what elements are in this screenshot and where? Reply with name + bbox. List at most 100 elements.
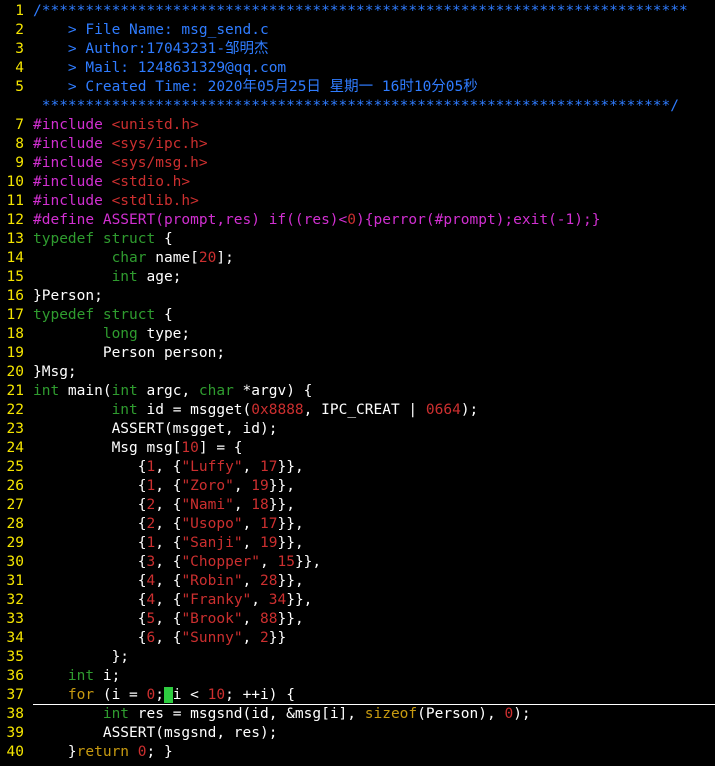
line-code: int res = msgsnd(id, &msg[i], sizeof(Per…: [33, 705, 531, 724]
code-line[interactable]: 40 }return 0; }: [0, 743, 715, 762]
code-token: , {: [155, 516, 182, 532]
code-line[interactable]: 39 ASSERT(msgsnd, res);: [0, 724, 715, 743]
code-token: }: [33, 744, 77, 760]
code-token: 0: [504, 706, 514, 722]
code-token: age;: [137, 269, 182, 285]
code-line[interactable]: 2 > File Name: msg_send.c: [0, 21, 715, 40]
code-line[interactable]: 19 Person person;: [0, 344, 715, 363]
line-code: typedef struct {: [33, 306, 173, 325]
code-line[interactable]: 1 /**************************************…: [0, 2, 715, 21]
line-number: 27: [6, 497, 24, 513]
code-token: *argv) {: [233, 383, 313, 399]
code-line[interactable]: 9 #include <sys/msg.h>: [0, 154, 715, 173]
line-code: ****************************************…: [33, 97, 679, 116]
code-line[interactable]: 27 {2, {"Nami", 18}},: [0, 496, 715, 515]
code-editor[interactable]: 1 /**************************************…: [0, 0, 715, 766]
code-token: }},: [277, 573, 304, 589]
code-line[interactable]: 18 long type;: [0, 325, 715, 344]
line-code: #include <stdlib.h>: [33, 192, 199, 211]
code-token: #include: [33, 117, 112, 133]
code-line[interactable]: 32 {4, {"Franky", 34}},: [0, 591, 715, 610]
line-code: /***************************************…: [33, 2, 688, 21]
code-token: 88: [260, 611, 278, 627]
line-code: Person person;: [33, 344, 225, 363]
line-code: > Mail: 1248631329@qq.com: [33, 59, 286, 78]
code-token: }},: [294, 554, 322, 570]
code-line[interactable]: 15 int age;: [0, 268, 715, 287]
code-line[interactable]: 26 {1, {"Zoro", 19}},: [0, 477, 715, 496]
code-token: typedef: [33, 307, 95, 323]
code-token: {: [155, 307, 173, 323]
code-token: id = msgget(: [137, 402, 252, 418]
code-token: }},: [277, 459, 304, 475]
line-number: 14: [6, 250, 24, 266]
line-number: 26: [6, 478, 24, 494]
code-token: (Person),: [417, 706, 505, 722]
code-line[interactable]: 4 > Mail: 1248631329@qq.com: [0, 59, 715, 78]
code-line[interactable]: 11 #include <stdlib.h>: [0, 192, 715, 211]
code-line[interactable]: 5 > Created Time: 2020年05月25日 星期一 16时10分…: [0, 78, 715, 97]
code-line[interactable]: 28 {2, {"Usopo", 17}},: [0, 515, 715, 534]
code-line[interactable]: 12 #define ASSERT(prompt,res) if((res)<0)…: [0, 211, 715, 230]
code-line[interactable]: 23 ASSERT(msgget, id);: [0, 420, 715, 439]
code-line[interactable]: 30 {3, {"Chopper", 15}},: [0, 553, 715, 572]
code-token: > Mail: 1248631329@qq.com: [33, 60, 287, 76]
code-token: argc,: [137, 383, 199, 399]
code-line[interactable]: 37 for (i = 0; i < 10; ++i) {: [0, 686, 715, 705]
code-line[interactable]: 16}Person;: [0, 287, 715, 306]
line-code: #define ASSERT(prompt,res) if((res)<0){p…: [33, 211, 600, 230]
code-token: res = msgsnd(id, &msg[i],: [129, 706, 365, 722]
code-token: , {: [155, 592, 182, 608]
code-token: "Luffy": [181, 459, 243, 475]
code-line[interactable]: 20}Msg;: [0, 363, 715, 382]
code-line[interactable]: 3 > Author:17043231-邹明杰: [0, 40, 715, 59]
line-number: 21: [6, 383, 24, 399]
code-line[interactable]: 21 int main(int argc, char *argv) {: [0, 382, 715, 401]
code-token: , {: [155, 459, 182, 475]
code-line[interactable]: 25 {1, {"Luffy", 17}},: [0, 458, 715, 477]
code-line[interactable]: 31 {4, {"Robin", 28}},: [0, 572, 715, 591]
line-code: #include <stdio.h>: [33, 173, 190, 192]
code-line[interactable]: 33 {5, {"Brook", 88}},: [0, 610, 715, 629]
line-number: 2: [15, 22, 24, 38]
line-number: 34: [6, 630, 24, 646]
line-code: {4, {"Robin", 28}},: [33, 572, 304, 591]
line-number: 29: [6, 535, 24, 551]
code-token: "Sanji": [181, 535, 243, 551]
code-line[interactable]: 14 char name[20];: [0, 249, 715, 268]
code-line[interactable]: 10 #include <stdio.h>: [0, 173, 715, 192]
code-line[interactable]: ****************************************…: [0, 97, 715, 116]
code-token: for: [67, 687, 95, 703]
code-line[interactable]: 8 #include <sys/ipc.h>: [0, 135, 715, 154]
code-token: }},: [277, 516, 304, 532]
code-token: {: [33, 573, 147, 589]
code-token: }},: [277, 611, 304, 627]
line-code: int age;: [33, 268, 182, 287]
code-token: {: [33, 459, 147, 475]
code-line[interactable]: 29 {1, {"Sanji", 19}},: [0, 534, 715, 553]
code-token: , {: [155, 611, 182, 627]
code-line[interactable]: 13 typedef struct {: [0, 230, 715, 249]
line-number: [0, 97, 33, 116]
code-line[interactable]: 22 int id = msgget(0x8888, IPC_CREAT | 0…: [0, 401, 715, 420]
code-line[interactable]: 38 int res = msgsnd(id, &msg[i], sizeof(…: [0, 705, 715, 724]
line-number: 15: [6, 269, 24, 285]
line-code: typedef struct {: [33, 230, 173, 249]
code-token: ,: [242, 535, 261, 551]
code-line[interactable]: 35 };: [0, 648, 715, 667]
line-number: 32: [6, 592, 24, 608]
code-token: , {: [155, 497, 182, 513]
code-token: ,: [233, 497, 252, 513]
code-line[interactable]: 34 {6, {"Sunny", 2}}: [0, 629, 715, 648]
code-line[interactable]: 24 Msg msg[10] = {: [0, 439, 715, 458]
line-number: 39: [6, 725, 24, 741]
code-line[interactable]: 17 typedef struct {: [0, 306, 715, 325]
code-token: ,: [242, 459, 261, 475]
code-token: "Zoro": [181, 478, 234, 494]
line-code: #include <sys/msg.h>: [33, 154, 208, 173]
line-code: ASSERT(msgget, id);: [33, 420, 278, 439]
code-line[interactable]: 7 #include <unistd.h>: [0, 116, 715, 135]
code-line[interactable]: 36 int i;: [0, 667, 715, 686]
code-token: 10: [181, 440, 199, 456]
code-token: {: [33, 592, 147, 608]
